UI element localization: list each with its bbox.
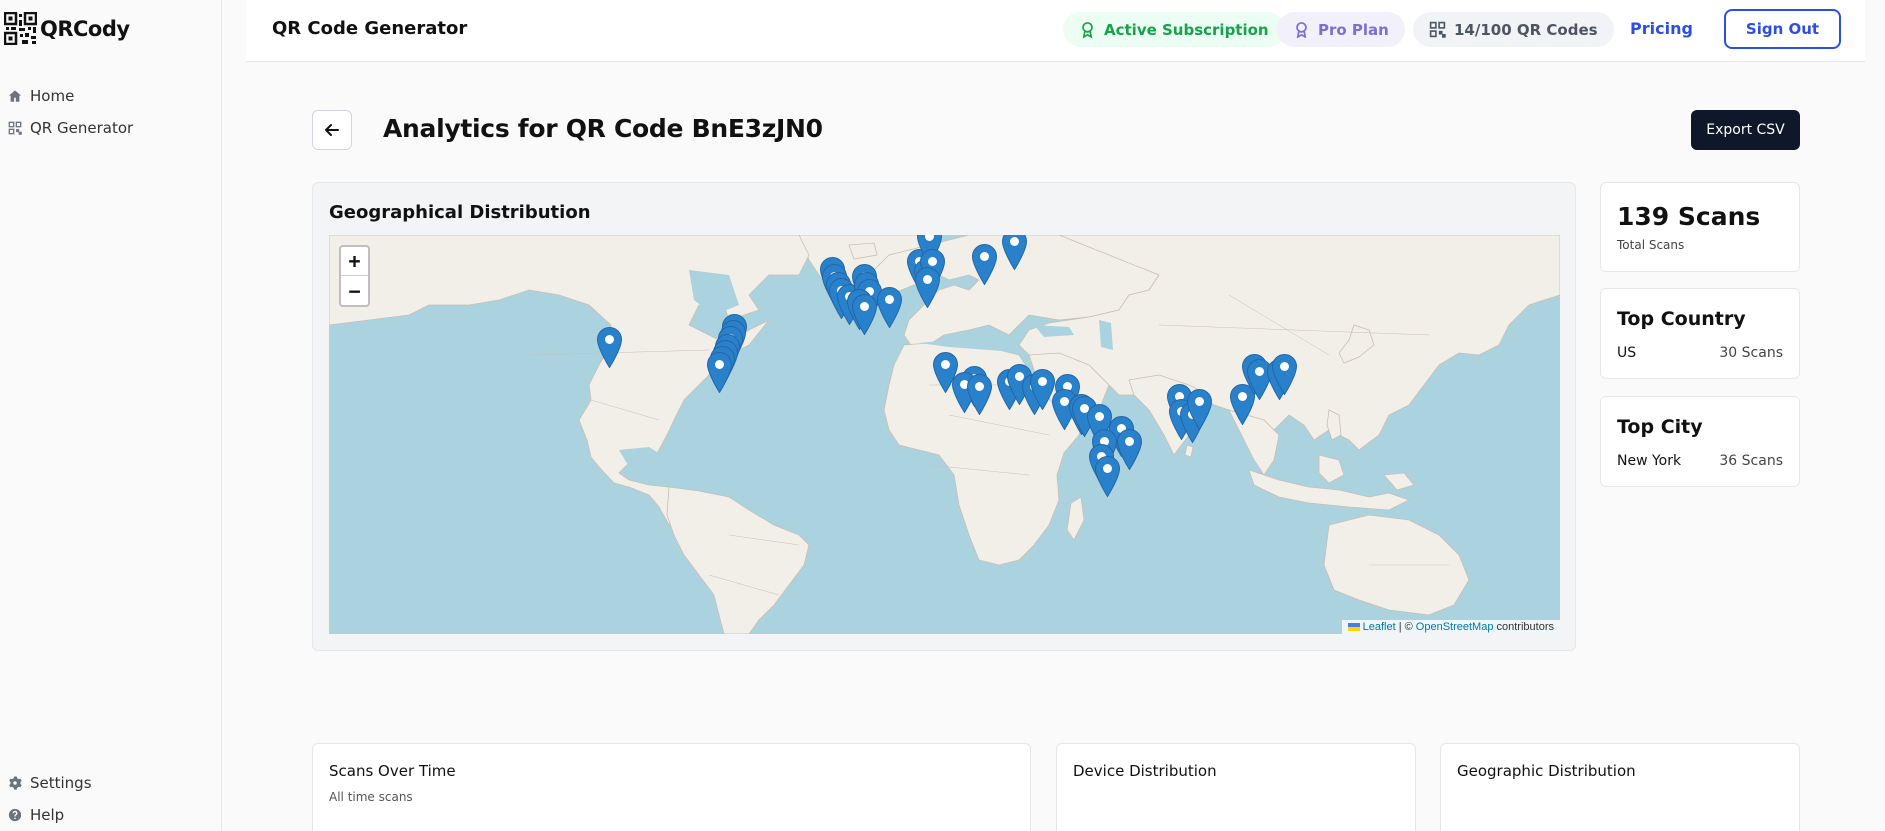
top-city-count: 36 Scans bbox=[1719, 453, 1783, 469]
top-country-name: US bbox=[1617, 345, 1637, 361]
map-marker[interactable] bbox=[596, 326, 623, 369]
card-title: Scans Over Time bbox=[329, 762, 456, 780]
plan-label: Pro Plan bbox=[1318, 20, 1389, 39]
total-scans-value: 139 Scans bbox=[1617, 202, 1761, 231]
qr-icon bbox=[1429, 21, 1446, 38]
sidebar-item-label: Settings bbox=[30, 774, 92, 792]
map-marker[interactable] bbox=[1094, 455, 1121, 498]
card-subtitle: All time scans bbox=[329, 790, 413, 804]
map-marker[interactable] bbox=[876, 286, 903, 329]
world-map[interactable]: + − Leaflet | © OpenStreetMap contributo… bbox=[329, 235, 1560, 634]
sidebar-item-qr-generator[interactable]: QR Generator bbox=[8, 119, 133, 137]
top-country-count: 30 Scans bbox=[1719, 345, 1783, 361]
total-scans-card: 139 Scans Total Scans bbox=[1600, 182, 1800, 272]
ukraine-flag-icon bbox=[1347, 623, 1360, 632]
award-icon bbox=[1082, 22, 1093, 38]
brand-name: QRCody bbox=[40, 16, 130, 41]
sidebar-item-label: Home bbox=[30, 87, 75, 105]
map-marker[interactable] bbox=[971, 243, 998, 286]
zoom-out-button[interactable]: − bbox=[341, 276, 368, 305]
total-scans-label: Total Scans bbox=[1617, 238, 1685, 252]
sidebar-item-home[interactable]: Home bbox=[8, 87, 74, 105]
top-country-title: Top Country bbox=[1617, 308, 1746, 330]
plan-badge: Pro Plan bbox=[1277, 12, 1405, 47]
map-marker[interactable] bbox=[914, 266, 941, 309]
qr-logo-icon bbox=[4, 12, 37, 45]
sidebar: QRCody Home QR Generator Settings Help bbox=[0, 0, 222, 831]
top-city-card: Top City New York 36 Scans bbox=[1600, 396, 1800, 487]
geo-distribution-card: Geographical Distribution + − Leaflet | … bbox=[312, 182, 1576, 651]
brand-logo[interactable]: QRCody bbox=[4, 12, 130, 45]
osm-link[interactable]: OpenStreetMap bbox=[1416, 621, 1494, 633]
map-marker[interactable] bbox=[1186, 388, 1213, 431]
award-icon bbox=[1296, 22, 1307, 38]
top-country-card: Top Country US 30 Scans bbox=[1600, 288, 1800, 379]
sidebar-item-label: Help bbox=[30, 806, 65, 824]
subscription-badge: Active Subscription bbox=[1063, 12, 1285, 47]
top-city-title: Top City bbox=[1617, 416, 1703, 438]
map-marker[interactable] bbox=[1116, 428, 1143, 471]
map-marker[interactable] bbox=[1271, 353, 1298, 396]
world-landmass bbox=[329, 235, 1560, 634]
app-title: QR Code Generator bbox=[272, 18, 468, 39]
map-marker[interactable] bbox=[1001, 235, 1028, 271]
top-city-name: New York bbox=[1617, 453, 1682, 469]
export-csv-button[interactable]: Export CSV bbox=[1691, 110, 1800, 150]
sign-out-button[interactable]: Sign Out bbox=[1724, 9, 1841, 49]
map-marker[interactable] bbox=[706, 351, 733, 394]
map-marker[interactable] bbox=[966, 373, 993, 416]
card-title: Geographic Distribution bbox=[1457, 762, 1636, 780]
help-icon bbox=[8, 808, 22, 822]
qr-count-badge: 14/100 QR Codes bbox=[1413, 12, 1614, 47]
back-button[interactable] bbox=[312, 110, 352, 150]
map-attribution: Leaflet | © OpenStreetMap contributors bbox=[1341, 620, 1560, 634]
qr-count-label: 14/100 QR Codes bbox=[1454, 20, 1598, 39]
zoom-in-button[interactable]: + bbox=[341, 247, 368, 276]
home-icon bbox=[8, 90, 22, 102]
scans-over-time-card: Scans Over Time All time scans bbox=[312, 743, 1031, 831]
arrow-left-icon bbox=[325, 124, 339, 136]
attribution-separator: | © bbox=[1398, 621, 1413, 633]
top-header: QR Code Generator Active Subscription Pr… bbox=[246, 0, 1865, 62]
subscription-label: Active Subscription bbox=[1104, 20, 1269, 39]
sidebar-item-settings[interactable]: Settings bbox=[8, 774, 92, 792]
map-marker[interactable] bbox=[851, 293, 878, 336]
attribution-suffix: contributors bbox=[1496, 621, 1554, 633]
sidebar-item-help[interactable]: Help bbox=[8, 806, 64, 824]
sidebar-item-label: QR Generator bbox=[30, 119, 134, 137]
zoom-control: + − bbox=[339, 245, 370, 307]
leaflet-link[interactable]: Leaflet bbox=[1363, 621, 1396, 633]
map-card-title: Geographical Distribution bbox=[329, 202, 591, 223]
gear-icon bbox=[9, 776, 22, 790]
geographic-distribution-card: Geographic Distribution bbox=[1440, 743, 1800, 831]
card-title: Device Distribution bbox=[1073, 762, 1217, 780]
pricing-link[interactable]: Pricing bbox=[1630, 19, 1693, 38]
grid-icon bbox=[8, 121, 22, 135]
page-title: Analytics for QR Code BnE3zJN0 bbox=[383, 114, 823, 143]
device-distribution-card: Device Distribution bbox=[1056, 743, 1416, 831]
